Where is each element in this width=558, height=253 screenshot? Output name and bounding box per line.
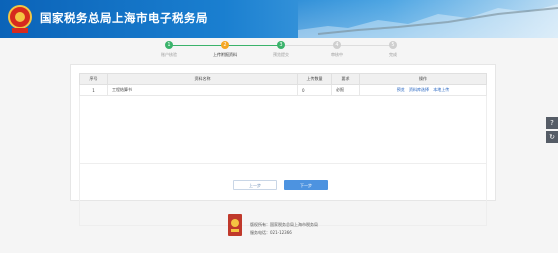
- step-dot: 3: [277, 41, 285, 49]
- site-title: 国家税务总局上海市电子税务局: [40, 11, 208, 25]
- service-phone-text: 服务电话：021-12366: [250, 230, 292, 235]
- step-account-verify: 1 账户核验: [139, 41, 199, 58]
- step-dot: 4: [333, 41, 341, 49]
- step-label: 上传附报资料: [213, 52, 237, 57]
- progress-steps: 1 账户核验 2 上传附报资料 3 预览提交 4 审核中 5 完成: [0, 38, 558, 62]
- column-header: 上传数量: [297, 73, 332, 85]
- requirement: 必报: [331, 84, 360, 96]
- table-row: 1 工程结算书 0 必报 预览 资料库选择 本地上传: [79, 84, 487, 96]
- step-label: 完成: [389, 52, 397, 57]
- next-step-button[interactable]: 下一步: [284, 180, 328, 190]
- materials-table: 序号 资料名称 上传数量 要求 操作 1 工程结算书 0 必报 预览 资料库选择…: [79, 73, 487, 96]
- library-select-link[interactable]: 资料库选择: [409, 87, 429, 92]
- footer-info: 版权所有：国家税务总局上海市税务局 服务电话：021-12366: [250, 221, 318, 237]
- step-dot: 5: [389, 41, 397, 49]
- tax-emblem-logo: [6, 4, 34, 34]
- column-header: 资料名称: [107, 73, 298, 85]
- local-upload-link[interactable]: 本地上传: [433, 87, 449, 92]
- step-label: 账户核验: [161, 52, 177, 57]
- great-wall-banner: [298, 0, 558, 38]
- help-icon[interactable]: ?: [546, 117, 558, 129]
- preview-link[interactable]: 预览: [397, 87, 405, 92]
- row-actions: 预览 资料库选择 本地上传: [359, 84, 487, 96]
- prev-step-button[interactable]: 上一步: [233, 180, 277, 190]
- step-review: 4 审核中: [307, 41, 367, 58]
- step-label: 预览提交: [273, 52, 289, 57]
- site-header: 国家税务总局上海市电子税务局: [0, 0, 558, 38]
- row-index: 1: [79, 84, 108, 96]
- step-complete: 5 完成: [363, 41, 423, 58]
- table-header-row: 序号 资料名称 上传数量 要求 操作: [79, 73, 487, 85]
- column-header: 要求: [331, 73, 360, 85]
- column-header: 操作: [359, 73, 487, 85]
- step-label: 审核中: [331, 52, 343, 57]
- side-toolbar: ? ↻: [546, 117, 558, 145]
- step-preview-submit: 3 预览提交: [251, 41, 311, 58]
- materials-panel: 序号 资料名称 上传数量 要求 操作 1 工程结算书 0 必报 预览 资料库选择…: [70, 64, 496, 226]
- table-body-area: [79, 93, 487, 226]
- step-dot: 1: [165, 41, 173, 49]
- upload-count: 0: [297, 84, 332, 96]
- step-dot: 2: [221, 41, 229, 49]
- material-name: 工程结算书: [107, 84, 298, 96]
- column-header: 序号: [79, 73, 108, 85]
- divider: [79, 163, 487, 164]
- footer-emblem-logo: [228, 214, 242, 236]
- copyright-text: 版权所有：国家税务总局上海市税务局: [250, 222, 318, 227]
- step-upload-materials: 2 上传附报资料: [195, 41, 255, 58]
- refresh-icon[interactable]: ↻: [546, 131, 558, 143]
